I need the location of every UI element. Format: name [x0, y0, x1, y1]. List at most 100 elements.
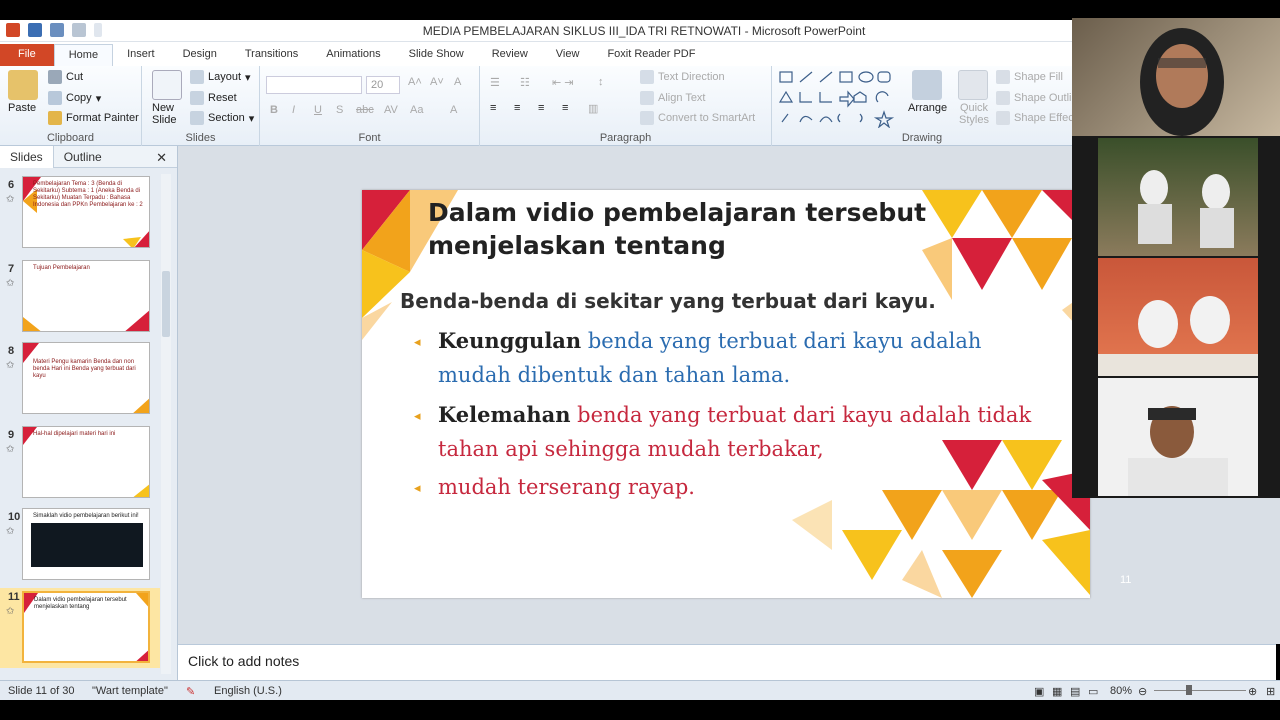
paste-icon[interactable] — [8, 70, 38, 100]
paste-button[interactable]: Paste — [8, 102, 36, 114]
thumbnail-11[interactable]: 11 ✩ Dalam vidio pembelajaran tersebut m… — [0, 588, 160, 668]
cut-button[interactable]: Cut — [48, 70, 83, 84]
notes-pane[interactable]: Click to add notes — [178, 644, 1276, 680]
tab-file[interactable]: File — [0, 44, 54, 66]
tab-slide-show[interactable]: Slide Show — [395, 44, 478, 66]
tab-design[interactable]: Design — [169, 44, 231, 66]
strike-icon[interactable]: abc — [356, 104, 374, 116]
align-center-icon[interactable]: ≡ — [514, 102, 520, 114]
new-slide-button[interactable]: New Slide — [152, 102, 192, 126]
thumbnail-9[interactable]: 9 ✩ Hal-hal dipelajari materi hari ini — [0, 426, 160, 504]
section-icon — [190, 111, 204, 125]
zoom-in-icon[interactable]: ⊕ — [1248, 685, 1257, 698]
thumbnail-10[interactable]: 10 ✩ Simaklah vidio pembelajaran berikut… — [0, 508, 160, 586]
thumbnail-number: 8 — [8, 345, 15, 357]
current-slide[interactable]: Dalam vidio pembelajaran tersebut menjel… — [362, 190, 1090, 598]
tab-review[interactable]: Review — [478, 44, 542, 66]
animation-star-icon: ✩ — [6, 526, 15, 537]
copy-button[interactable]: Copy ▾ — [48, 91, 101, 105]
new-slide-icon[interactable] — [152, 70, 182, 100]
thumbnail-8[interactable]: 8 ✩ Materi Pengu kamarin Benda dan non b… — [0, 342, 160, 420]
tab-slides[interactable]: Slides — [0, 145, 54, 168]
arrange-button[interactable]: Arrange — [908, 102, 947, 114]
smartart-button[interactable]: Convert to SmartArt — [640, 111, 755, 125]
tab-outline[interactable]: Outline — [54, 146, 112, 168]
align-text-button[interactable]: Align Text — [640, 91, 706, 105]
quick-styles-button[interactable]: Quick Styles — [956, 102, 992, 126]
arrange-icon[interactable] — [912, 70, 942, 100]
smartart-icon — [640, 111, 654, 125]
panel-scroll-thumb[interactable] — [162, 271, 170, 337]
zoom-out-icon[interactable]: ⊖ — [1138, 685, 1147, 698]
indent-icon[interactable]: ⇤ ⇥ — [552, 76, 574, 89]
shrink-font-icon[interactable]: A˅ — [430, 76, 444, 88]
text-direction-button[interactable]: Text Direction — [640, 70, 725, 84]
zoom-level[interactable]: 80% — [1110, 685, 1132, 697]
close-icon[interactable]: ✕ — [156, 150, 167, 166]
font-family-combo[interactable] — [266, 76, 362, 94]
thumbnail-image: Hal-hal dipelajari materi hari ini — [22, 426, 150, 498]
columns-icon[interactable]: ▥ — [588, 102, 598, 115]
bullet-2[interactable]: Kelemahan benda yang terbuat dari kayu a… — [438, 398, 1038, 466]
shape-effects-button[interactable]: Shape Effects — [996, 111, 1082, 125]
spellcheck-icon[interactable]: ✎ — [186, 685, 195, 698]
shadow-icon[interactable]: S — [336, 104, 343, 116]
theme-name[interactable]: "Wart template" — [92, 685, 168, 697]
cut-label: Cut — [66, 71, 84, 83]
tab-home[interactable]: Home — [53, 44, 114, 66]
text-direction-icon — [640, 70, 654, 84]
shapes-gallery[interactable] — [778, 70, 902, 128]
thumbnail-6[interactable]: 6 ✩ Pembelajaran Tema : 3 (Benda di Seki… — [0, 176, 160, 254]
screen-bottom-bar — [0, 700, 1280, 720]
reset-button[interactable]: Reset — [190, 91, 237, 105]
section-button[interactable]: Section ▾ — [190, 111, 254, 125]
panel-scrollbar[interactable] — [161, 174, 171, 674]
tab-animations[interactable]: Animations — [312, 44, 394, 66]
underline-icon[interactable]: U — [314, 104, 322, 116]
italic-icon[interactable]: I — [292, 104, 295, 116]
quick-styles-icon[interactable] — [958, 70, 988, 100]
case-icon[interactable]: Aa — [410, 104, 423, 116]
bullets-icon[interactable]: ☰ — [490, 76, 500, 89]
thumbnail-image: Simaklah vidio pembelajaran berikut ini! — [22, 508, 150, 580]
align-left-icon[interactable]: ≡ — [490, 102, 496, 114]
video-placeholder — [31, 523, 143, 567]
tab-view[interactable]: View — [542, 44, 594, 66]
fit-window-icon[interactable]: ⊞ — [1266, 685, 1275, 698]
effects-icon — [996, 111, 1010, 125]
layout-button[interactable]: Layout ▾ — [190, 70, 251, 84]
language[interactable]: English (U.S.) — [214, 685, 282, 697]
numbering-icon[interactable]: ☷ — [520, 76, 530, 89]
slide-subtitle[interactable]: Benda-benda di sekitar yang terbuat dari… — [400, 289, 936, 313]
screen-top-bar — [0, 0, 1280, 20]
tab-foxit[interactable]: Foxit Reader PDF — [593, 44, 709, 66]
bold-icon[interactable]: B — [270, 104, 278, 116]
slide-sorter-icon[interactable]: ▦ — [1052, 685, 1062, 698]
justify-icon[interactable]: ≡ — [562, 102, 568, 114]
drawing-group: Arrange Quick Styles Shape Fill Shape Ou… — [772, 66, 1084, 146]
reading-view-icon[interactable]: ▤ — [1070, 685, 1080, 698]
format-painter-button[interactable]: Format Painter — [48, 111, 139, 125]
bullet-1[interactable]: Keunggulan benda yang terbuat dari kayu … — [438, 324, 1038, 392]
bullet-3[interactable]: mudah terserang rayap. — [438, 470, 1038, 504]
slide-title[interactable]: Dalam vidio pembelajaran tersebut menjel… — [428, 196, 1008, 262]
thumbnail-7[interactable]: 7 ✩ Tujuan Pembelajaran — [0, 260, 160, 338]
zoom-slider-thumb[interactable] — [1186, 685, 1192, 695]
tab-insert[interactable]: Insert — [113, 44, 169, 66]
tab-transitions[interactable]: Transitions — [231, 44, 312, 66]
font-size-combo[interactable]: 20 — [366, 76, 400, 94]
person-silhouette — [1140, 28, 1224, 136]
shape-outline-button[interactable]: Shape Outline — [996, 91, 1084, 105]
zoom-slider[interactable] — [1154, 690, 1246, 691]
grow-font-icon[interactable]: A˄ — [408, 76, 422, 88]
clear-format-icon[interactable]: A — [454, 76, 461, 88]
align-text-icon — [640, 91, 654, 105]
shape-fill-button[interactable]: Shape Fill — [996, 70, 1063, 84]
spacing-icon[interactable]: AV — [384, 104, 398, 116]
line-spacing-icon[interactable]: ↕ — [598, 76, 604, 88]
normal-view-icon[interactable]: ▣ — [1034, 685, 1044, 698]
people-silhouettes — [1098, 296, 1258, 376]
align-right-icon[interactable]: ≡ — [538, 102, 544, 114]
slideshow-icon[interactable]: ▭ — [1088, 685, 1098, 698]
font-color-icon[interactable]: A — [450, 104, 457, 116]
